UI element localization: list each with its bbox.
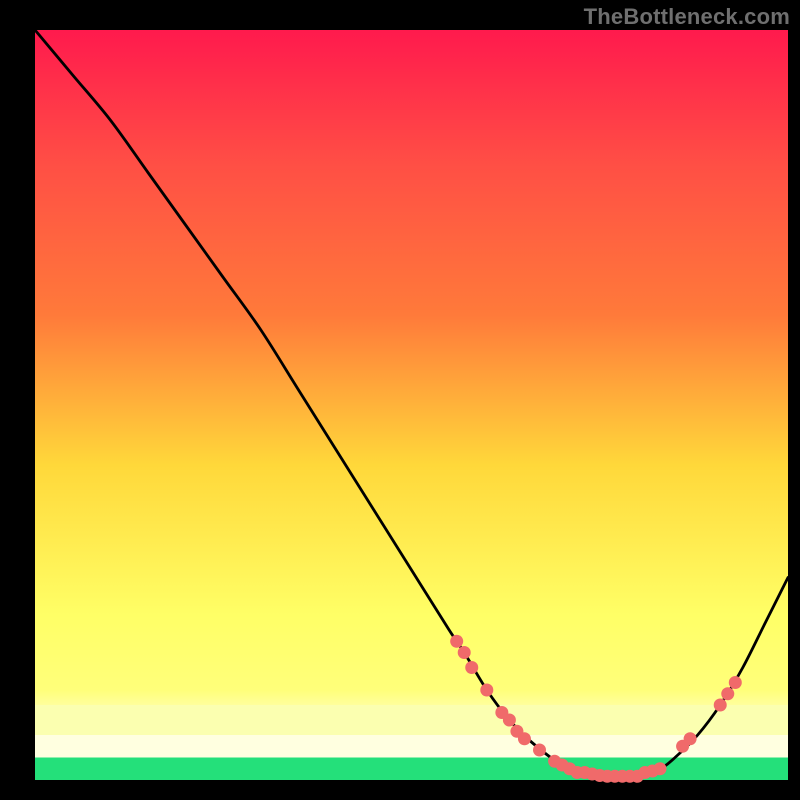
data-marker xyxy=(684,732,697,745)
bottleneck-chart xyxy=(0,0,800,800)
data-marker xyxy=(450,635,463,648)
chart-stage: TheBottleneck.com xyxy=(0,0,800,800)
data-marker xyxy=(714,699,727,712)
data-marker xyxy=(518,732,531,745)
plot-background xyxy=(35,30,788,780)
data-marker xyxy=(465,661,478,674)
data-marker xyxy=(533,744,546,757)
data-marker xyxy=(653,762,666,775)
pale-band xyxy=(35,735,788,758)
upper-pale xyxy=(35,705,788,735)
data-marker xyxy=(503,714,516,727)
data-marker xyxy=(458,646,471,659)
data-marker xyxy=(480,684,493,697)
data-marker xyxy=(729,676,742,689)
green-band xyxy=(35,758,788,781)
data-marker xyxy=(721,687,734,700)
